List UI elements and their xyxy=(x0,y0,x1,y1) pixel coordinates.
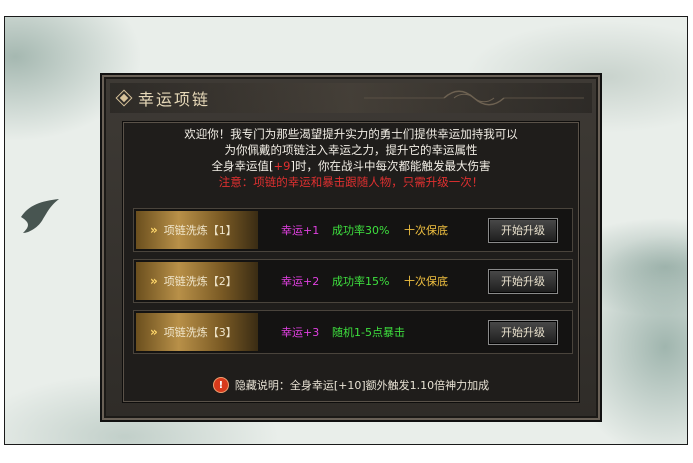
luck-bonus: 幸运+1 xyxy=(281,224,320,237)
start-upgrade-button[interactable]: 开始升级 xyxy=(488,319,558,345)
luck-threshold: +9 xyxy=(273,159,291,173)
start-upgrade-button[interactable]: 开始升级 xyxy=(488,217,558,243)
upgrade-row: » 项链洗炼【1】 幸运+1 成功率30% 十次保底 开始升级 xyxy=(133,208,573,252)
hidden-note-text: 隐藏说明：全身幸运[+10]额外触发1.10倍神力加成 xyxy=(234,379,490,392)
game-background: 幸运项链 欢迎你！我专门为那些渴望提升实力的勇士们提供幸运加持我可以 为你佩戴的… xyxy=(4,16,688,445)
chevron-right-icon: » xyxy=(150,274,158,288)
upgrade-row: » 项链洗炼【3】 幸运+3 随机1-5点暴击 开始升级 xyxy=(133,310,573,354)
alert-icon: ! xyxy=(212,377,229,393)
upgrade-label: » 项链洗炼【2】 xyxy=(136,262,258,300)
chevron-right-icon: » xyxy=(150,223,158,237)
warning-text: 注意：项链的幸运和暴击跟随人物，只需升级一次！ xyxy=(218,175,484,189)
guarantee-text: 十次保底 xyxy=(404,275,448,288)
intro-line-1: 欢迎你！我专门为那些渴望提升实力的勇士们提供幸运加持我可以 xyxy=(184,127,518,141)
start-upgrade-button[interactable]: 开始升级 xyxy=(488,268,558,294)
intro-line-2: 为你佩戴的项链注入幸运之力，提升它的幸运属性 xyxy=(224,143,478,157)
luck-bonus: 幸运+2 xyxy=(281,275,320,288)
upgrade-label: » 项链洗炼【3】 xyxy=(136,313,258,351)
dialog-content: 欢迎你！我专门为那些渴望提升实力的勇士们提供幸运加持我可以 为你佩戴的项链注入幸… xyxy=(122,121,580,403)
intro-line-3: 全身幸运值[+9]时，你在战斗中每次都能触发最大伤害 xyxy=(211,159,491,173)
intro-text: 欢迎你！我专门为那些渴望提升实力的勇士们提供幸运加持我可以 为你佩戴的项链注入幸… xyxy=(123,126,579,190)
luck-bonus: 幸运+3 xyxy=(281,326,320,339)
chevron-right-icon: » xyxy=(150,325,158,339)
dialog-title-bar: 幸运项链 xyxy=(110,83,592,113)
ornament-decoration xyxy=(364,90,584,106)
guarantee-text: 十次保底 xyxy=(404,224,448,237)
success-rate: 成功率15% xyxy=(332,275,390,288)
necklace-luck-dialog: 幸运项链 欢迎你！我专门为那些渴望提升实力的勇士们提供幸运加持我可以 为你佩戴的… xyxy=(100,73,602,422)
bird-silhouette xyxy=(21,199,59,233)
upgrade-row: » 项链洗炼【2】 幸运+2 成功率15% 十次保底 开始升级 xyxy=(133,259,573,303)
hidden-note: ! 隐藏说明：全身幸运[+10]额外触发1.10倍神力加成 xyxy=(123,370,579,400)
crit-bonus: 随机1-5点暴击 xyxy=(332,326,405,339)
diamond-icon xyxy=(115,89,133,107)
upgrade-label: » 项链洗炼【1】 xyxy=(136,211,258,249)
dialog-title: 幸运项链 xyxy=(138,90,211,109)
success-rate: 成功率30% xyxy=(332,224,390,237)
